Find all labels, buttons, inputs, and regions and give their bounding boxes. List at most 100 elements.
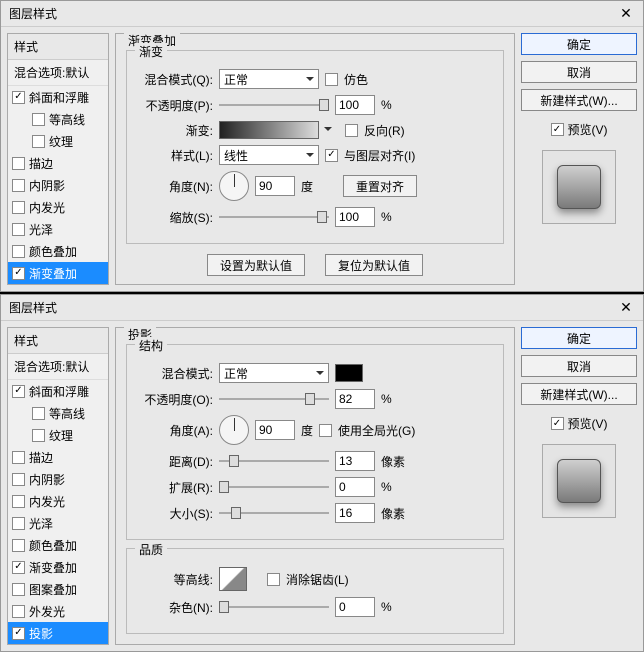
new-style-button[interactable]: 新建样式(W)...	[521, 383, 637, 405]
style-checkbox[interactable]	[12, 473, 25, 486]
style-checkbox[interactable]	[12, 201, 25, 214]
style-item[interactable]: 图案叠加	[8, 578, 108, 600]
blend-mode-select[interactable]: 正常	[219, 69, 319, 89]
scale-input[interactable]: 100	[335, 207, 375, 227]
titlebar: 图层样式 ✕	[1, 295, 643, 321]
drop-shadow-settings: 投影 结构 混合模式: 正常 不透明度(O): 82 % 角度(A): 9	[115, 327, 515, 645]
style-item[interactable]: 光泽	[8, 512, 108, 534]
style-checkbox[interactable]	[12, 245, 25, 258]
angle-label: 角度(N):	[137, 178, 213, 195]
style-item[interactable]: 内发光	[8, 490, 108, 512]
size-slider[interactable]	[219, 506, 329, 520]
reverse-checkbox[interactable]	[345, 124, 358, 137]
style-checkbox[interactable]	[12, 539, 25, 552]
opacity-input[interactable]: 100	[335, 95, 375, 115]
style-item-label: 斜面和浮雕	[29, 383, 89, 400]
style-item[interactable]: 内阴影	[8, 174, 108, 196]
angle-dial[interactable]	[219, 415, 249, 445]
cancel-button[interactable]: 取消	[521, 355, 637, 377]
style-item[interactable]: 斜面和浮雕	[8, 86, 108, 108]
antialias-label: 消除锯齿(L)	[286, 571, 349, 588]
angle-input[interactable]: 90	[255, 176, 295, 196]
style-item[interactable]: 投影	[8, 622, 108, 644]
style-item-label: 纹理	[49, 133, 73, 150]
style-checkbox[interactable]	[32, 407, 45, 420]
style-checkbox[interactable]	[32, 429, 45, 442]
reset-align-button[interactable]: 重置对齐	[343, 175, 417, 197]
style-item[interactable]: 描边	[8, 446, 108, 468]
scale-slider[interactable]	[219, 210, 329, 224]
blend-mode-select[interactable]: 正常	[219, 363, 329, 383]
style-item[interactable]: 内阴影	[8, 468, 108, 490]
style-checkbox[interactable]	[12, 517, 25, 530]
reset-default-button[interactable]: 复位为默认值	[325, 254, 423, 276]
close-icon[interactable]: ✕	[617, 5, 635, 23]
gradient-style-select[interactable]: 线性	[219, 145, 319, 165]
noise-slider[interactable]	[219, 600, 329, 614]
style-item[interactable]: 渐变叠加	[8, 262, 108, 284]
style-item[interactable]: 等高线	[8, 402, 108, 424]
style-item[interactable]: 外发光	[8, 600, 108, 622]
size-input[interactable]: 16	[335, 503, 375, 523]
align-checkbox[interactable]	[325, 149, 338, 162]
antialias-checkbox[interactable]	[267, 573, 280, 586]
style-checkbox[interactable]	[12, 495, 25, 508]
style-checkbox[interactable]	[12, 91, 25, 104]
spread-input[interactable]: 0	[335, 477, 375, 497]
gradient-swatch[interactable]	[219, 121, 319, 139]
noise-label: 杂色(N):	[137, 599, 213, 616]
preview-checkbox[interactable]	[551, 123, 564, 136]
dither-checkbox[interactable]	[325, 73, 338, 86]
style-item[interactable]: 描边	[8, 152, 108, 174]
ok-button[interactable]: 确定	[521, 327, 637, 349]
style-checkbox[interactable]	[12, 157, 25, 170]
style-item[interactable]: 颜色叠加	[8, 240, 108, 262]
angle-dial[interactable]	[219, 171, 249, 201]
noise-input[interactable]: 0	[335, 597, 375, 617]
ok-button[interactable]: 确定	[521, 33, 637, 55]
style-item[interactable]: 纹理	[8, 130, 108, 152]
spread-slider[interactable]	[219, 480, 329, 494]
opacity-input[interactable]: 82	[335, 389, 375, 409]
global-light-checkbox[interactable]	[319, 424, 332, 437]
distance-input[interactable]: 13	[335, 451, 375, 471]
style-item[interactable]: 内发光	[8, 196, 108, 218]
shadow-color-swatch[interactable]	[335, 364, 363, 382]
style-checkbox[interactable]	[12, 627, 25, 640]
style-checkbox[interactable]	[12, 583, 25, 596]
spread-label: 扩展(R):	[137, 479, 213, 496]
blend-options-default[interactable]: 混合选项:默认	[8, 354, 108, 380]
layer-style-dialog-1: 图层样式 ✕ 样式 混合选项:默认 斜面和浮雕等高线纹理描边内阴影内发光光泽颜色…	[0, 0, 644, 292]
opacity-slider[interactable]	[219, 392, 329, 406]
style-item-label: 内发光	[29, 199, 65, 216]
style-checkbox[interactable]	[32, 135, 45, 148]
style-item-label: 内阴影	[29, 471, 65, 488]
style-item[interactable]: 纹理	[8, 424, 108, 446]
style-checkbox[interactable]	[12, 451, 25, 464]
style-checkbox[interactable]	[12, 179, 25, 192]
style-checkbox[interactable]	[32, 113, 45, 126]
new-style-button[interactable]: 新建样式(W)...	[521, 89, 637, 111]
distance-slider[interactable]	[219, 454, 329, 468]
close-icon[interactable]: ✕	[617, 299, 635, 317]
style-checkbox[interactable]	[12, 561, 25, 574]
style-item[interactable]: 斜面和浮雕	[8, 380, 108, 402]
style-item[interactable]: 渐变叠加	[8, 556, 108, 578]
blend-options-default[interactable]: 混合选项:默认	[8, 60, 108, 86]
contour-swatch[interactable]	[219, 567, 247, 591]
angle-input[interactable]: 90	[255, 420, 295, 440]
style-item-label: 图案叠加	[29, 581, 77, 598]
style-checkbox[interactable]	[12, 223, 25, 236]
style-item[interactable]: 光泽	[8, 218, 108, 240]
style-item[interactable]: 等高线	[8, 108, 108, 130]
preview-checkbox[interactable]	[551, 417, 564, 430]
cancel-button[interactable]: 取消	[521, 61, 637, 83]
style-checkbox[interactable]	[12, 267, 25, 280]
gradient-label: 渐变:	[137, 122, 213, 139]
set-default-button[interactable]: 设置为默认值	[207, 254, 305, 276]
styles-list: 样式 混合选项:默认 斜面和浮雕等高线纹理描边内阴影内发光光泽颜色叠加渐变叠加	[7, 33, 109, 285]
style-checkbox[interactable]	[12, 385, 25, 398]
opacity-slider[interactable]	[219, 98, 329, 112]
style-checkbox[interactable]	[12, 605, 25, 618]
style-item[interactable]: 颜色叠加	[8, 534, 108, 556]
